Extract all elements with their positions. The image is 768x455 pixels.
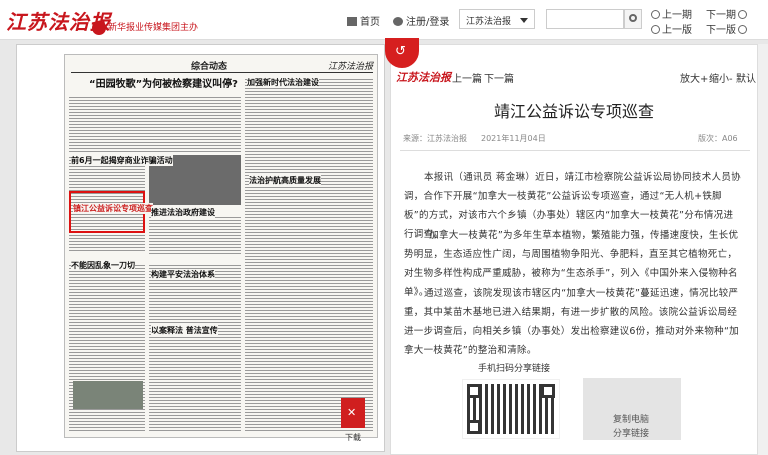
share-qr-code bbox=[462, 379, 560, 439]
page-header: 综合动态 江苏法治报 bbox=[71, 59, 373, 73]
qr-finder bbox=[541, 384, 555, 398]
prev-issue-link[interactable]: 上一期 bbox=[651, 6, 692, 21]
home-icon bbox=[347, 17, 357, 26]
next-page-circle-icon bbox=[738, 25, 747, 34]
next-issue-label: 下一期 bbox=[706, 10, 736, 21]
prev-page-circle-icon bbox=[651, 25, 660, 34]
top-bar: 江苏法治报 新华报业传媒集团主办 首页 注册/登录 江苏法治报 上一期 下一期 … bbox=[0, 0, 768, 40]
news-photo bbox=[73, 381, 143, 409]
qr-finder bbox=[467, 420, 481, 434]
article-block[interactable] bbox=[149, 263, 241, 433]
back-arrow-icon: ↺ bbox=[395, 44, 406, 59]
divider bbox=[400, 150, 750, 151]
headline-2[interactable]: 前6月一起揭穿商业诈骗活动 bbox=[71, 155, 173, 166]
article-source: 来源：江苏法治报 bbox=[403, 134, 467, 143]
publisher-label: 新华报业传媒集团主办 bbox=[108, 23, 199, 33]
zoom-default-button[interactable]: 默认 bbox=[736, 70, 756, 85]
next-article-link[interactable]: 下一篇 bbox=[484, 70, 514, 85]
zoom-out-button[interactable]: 缩小- bbox=[709, 70, 733, 85]
article-block[interactable] bbox=[69, 95, 241, 153]
scrollbar[interactable] bbox=[758, 44, 768, 455]
headline-main[interactable]: “田园牧歌”为何被检察建议叫停? bbox=[89, 75, 238, 90]
headline-5[interactable]: 构建平安法治体系 bbox=[151, 269, 215, 280]
home-label: 首页 bbox=[360, 17, 380, 28]
prev-circle-icon bbox=[651, 10, 660, 19]
chevron-down-icon bbox=[520, 18, 528, 23]
copy-link-line1: 复制电脑 bbox=[613, 415, 650, 425]
search-icon bbox=[629, 14, 637, 22]
headline-7[interactable]: 加强新时代法治建设 bbox=[247, 77, 319, 88]
copy-link-line2: 分享链接 bbox=[613, 429, 650, 439]
publisher-logo: 新华报业传媒集团主办 bbox=[92, 20, 198, 35]
page-section: 综合动态 bbox=[191, 62, 228, 72]
article-block[interactable] bbox=[245, 77, 373, 433]
headline-selected[interactable]: 镇江公益诉讼专项巡查 bbox=[73, 203, 153, 214]
pdf-download-label[interactable]: 下载 bbox=[345, 432, 361, 443]
reader-brand: 江苏法治报 bbox=[396, 71, 451, 84]
article-title: 靖江公益诉讼专项巡查 bbox=[493, 102, 654, 121]
paper-select[interactable]: 江苏法治报 bbox=[459, 9, 535, 29]
login-link[interactable]: 注册/登录 bbox=[393, 13, 449, 28]
next-issue-link[interactable]: 下一期 bbox=[706, 6, 749, 21]
home-link[interactable]: 首页 bbox=[347, 13, 380, 28]
article-paragraph: 通过巡查，该院发现该市辖区内“加拿大一枝黄花”蔓延迅速，情况比较严重，其中某苗木… bbox=[404, 288, 739, 356]
next-page-link[interactable]: 下一版 bbox=[706, 21, 749, 36]
headline-6[interactable]: 以案释法 普法宣传 bbox=[151, 325, 218, 336]
qr-finder bbox=[467, 384, 481, 398]
article-edition: 版次：A06 bbox=[698, 134, 738, 143]
pdf-icon: ✕ bbox=[347, 406, 357, 419]
page-brand: 江苏法治报 bbox=[327, 62, 373, 72]
search-button[interactable] bbox=[624, 9, 642, 29]
copy-link-button[interactable]: 复制电脑 分享链接 bbox=[583, 378, 681, 440]
next-page-label: 下一版 bbox=[706, 25, 736, 36]
paper-select-value: 江苏法治报 bbox=[466, 17, 512, 27]
newspaper-page[interactable]: 综合动态 江苏法治报 “田园牧歌”为何被检察建议叫停? 前6月一起揭穿商业诈骗活… bbox=[64, 54, 378, 438]
next-circle-icon bbox=[738, 10, 747, 19]
user-icon bbox=[393, 17, 403, 26]
qr-label: 手机扫码分享链接 bbox=[478, 364, 551, 374]
prev-page-label: 上一版 bbox=[662, 25, 692, 36]
article-block[interactable] bbox=[149, 215, 241, 255]
zoom-in-button[interactable]: 放大+ bbox=[680, 70, 708, 85]
pdf-download-button[interactable]: ✕ bbox=[341, 398, 365, 428]
prev-page-link[interactable]: 上一版 bbox=[651, 21, 692, 36]
login-label: 注册/登录 bbox=[406, 17, 450, 28]
headline-3[interactable]: 推进法治政府建设 bbox=[151, 207, 215, 218]
search-input[interactable] bbox=[546, 9, 624, 29]
headline-8[interactable]: 法治护航高质量发展 bbox=[249, 175, 321, 186]
prev-article-link[interactable]: 上一篇 bbox=[452, 70, 482, 85]
prev-issue-label: 上一期 bbox=[662, 10, 692, 21]
publisher-mark-icon bbox=[92, 20, 106, 35]
article-date: 2021年11月04日 bbox=[481, 134, 546, 143]
headline-4[interactable]: 不能因乱象一刀切 bbox=[71, 260, 135, 271]
